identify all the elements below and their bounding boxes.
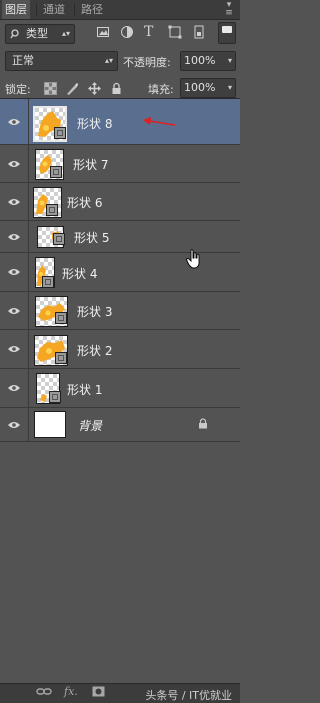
chevron-down-icon[interactable]: ▾	[228, 79, 232, 97]
opacity-input[interactable]: 100% ▾	[180, 51, 236, 71]
chevron-updown-icon: ▴▾	[61, 29, 70, 38]
shape-filter-icon[interactable]	[168, 25, 182, 39]
arrow-annotation-icon	[143, 117, 176, 126]
text-filter-icon[interactable]: T	[144, 25, 158, 39]
chevron-updown-icon: ▴▾	[104, 56, 113, 65]
lock-image-pixels-icon[interactable]	[66, 82, 79, 95]
panel-menu-icon[interactable]: ▾ ≡	[224, 1, 234, 18]
layer-name[interactable]: 背景	[78, 417, 102, 434]
adjustment-filter-icon[interactable]	[120, 25, 134, 39]
shape-mask-icon	[54, 127, 66, 139]
fill-label: 填充:	[148, 83, 174, 96]
filter-toggle-switch[interactable]	[218, 22, 236, 44]
visibility-eye-icon[interactable]	[0, 408, 29, 441]
visibility-eye-icon[interactable]	[0, 99, 29, 144]
visibility-eye-icon[interactable]	[0, 369, 29, 407]
layer-name[interactable]: 形状 8	[77, 115, 112, 132]
layer-name[interactable]: 形状 7	[73, 156, 108, 173]
layers-footer: fx. 头条号 / IT优就业	[0, 683, 240, 703]
add-mask-icon[interactable]	[92, 686, 105, 700]
layer-thumbnail	[34, 411, 66, 438]
layer-name[interactable]: 形状 3	[77, 303, 112, 320]
fx-button[interactable]: fx.	[64, 685, 78, 698]
panel-tab-bar: 图层 通道 路径 ▾ ≡	[0, 0, 240, 20]
shape-mask-icon	[55, 312, 67, 324]
blend-mode-select[interactable]: 正常 ▴▾	[5, 51, 118, 71]
shape-mask-icon	[50, 166, 62, 178]
layer-name[interactable]: 形状 5	[74, 229, 109, 246]
tab-paths[interactable]: 路径	[78, 0, 106, 19]
visibility-eye-icon[interactable]	[0, 292, 29, 329]
search-icon	[10, 25, 20, 49]
layer-row[interactable]: 形状 8	[0, 99, 240, 145]
layer-row[interactable]: 形状 1	[0, 369, 240, 408]
filter-type-select[interactable]: 类型 ▴▾	[5, 24, 75, 44]
blend-mode-value: 正常	[12, 54, 34, 67]
layer-row[interactable]: 形状 2	[0, 330, 240, 369]
watermark-text: 头条号 / IT优就业	[145, 689, 232, 702]
layer-name[interactable]: 形状 4	[62, 265, 97, 282]
lock-all-icon[interactable]	[110, 82, 123, 95]
tab-channels[interactable]: 通道	[40, 0, 68, 19]
layer-name[interactable]: 形状 2	[77, 342, 112, 359]
layer-name[interactable]: 形状 6	[67, 194, 102, 211]
layer-row[interactable]: 形状 3	[0, 292, 240, 330]
shape-mask-icon	[49, 391, 61, 403]
lock-position-icon[interactable]	[88, 82, 101, 95]
layer-row-background[interactable]: 背景	[0, 408, 240, 442]
filter-type-label: 类型	[26, 27, 48, 40]
fill-input[interactable]: 100% ▾	[180, 78, 236, 98]
visibility-eye-icon[interactable]	[0, 145, 29, 182]
layer-row[interactable]: 形状 7	[0, 145, 240, 183]
fill-value: 100%	[184, 81, 216, 94]
tab-separator	[36, 3, 37, 16]
layer-row[interactable]: 形状 6	[0, 183, 240, 221]
link-layers-icon[interactable]	[36, 686, 52, 701]
shape-mask-icon	[55, 352, 67, 364]
layer-row[interactable]: 形状 4	[0, 253, 240, 292]
layers-list: 形状 8 形状 7 形状 6 形状 5 形状 4 形状 3 形状 2 形状 1 …	[0, 98, 240, 684]
hand-cursor-icon	[186, 249, 202, 272]
smart-object-filter-icon[interactable]	[192, 25, 206, 39]
visibility-eye-icon[interactable]	[0, 183, 29, 220]
shape-mask-icon	[46, 204, 58, 216]
visibility-eye-icon[interactable]	[0, 330, 29, 368]
lock-transparent-pixels-icon[interactable]	[44, 82, 57, 95]
shape-mask-icon	[53, 233, 65, 245]
lock-label: 锁定:	[5, 83, 31, 96]
visibility-eye-icon[interactable]	[0, 253, 29, 291]
image-filter-icon[interactable]	[96, 25, 110, 39]
layer-name[interactable]: 形状 1	[67, 381, 102, 398]
visibility-eye-icon[interactable]	[0, 221, 29, 252]
layer-row[interactable]: 形状 5	[0, 221, 240, 253]
tab-separator	[74, 3, 75, 16]
opacity-value: 100%	[184, 54, 216, 67]
opacity-label: 不透明度:	[123, 56, 171, 69]
chevron-down-icon[interactable]: ▾	[228, 52, 232, 70]
shape-mask-icon	[42, 276, 54, 288]
tab-layers[interactable]: 图层	[2, 0, 30, 19]
lock-icon	[198, 418, 208, 432]
